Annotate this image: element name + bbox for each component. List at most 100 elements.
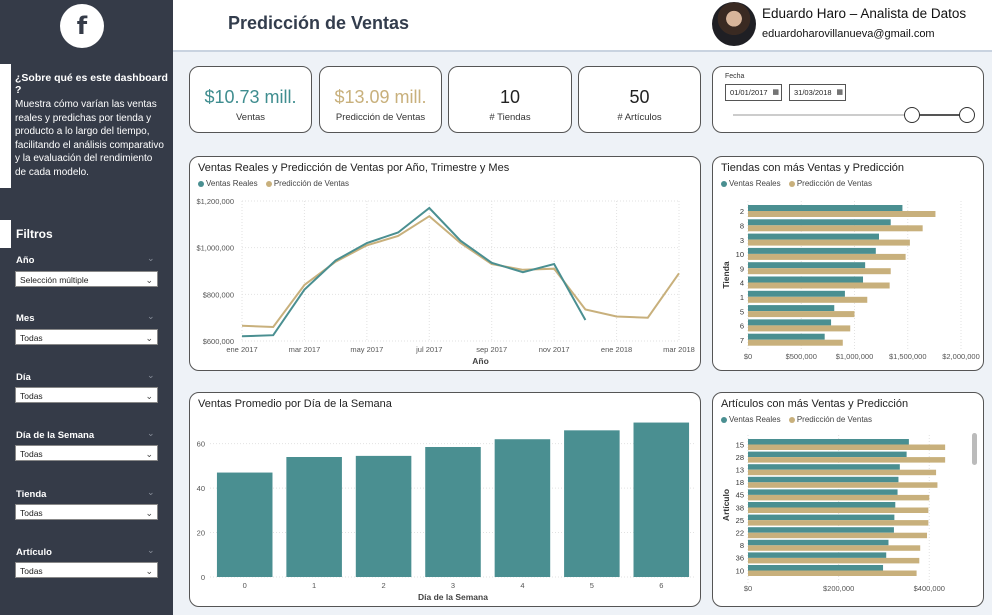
- x-tick-label: $400,000: [914, 584, 945, 593]
- filter-label-weekday: Día de la Semana: [16, 430, 95, 441]
- category-label: 3: [740, 236, 744, 245]
- category-label: 13: [736, 466, 744, 475]
- bar-real: [748, 290, 845, 297]
- y-tick-label: $1,000,000: [196, 244, 234, 253]
- category-label: 6: [740, 322, 744, 331]
- kpi-card-prediction: $13.09 mill. Predicción de Ventas: [319, 66, 442, 133]
- kpi-value-items: 50: [629, 87, 650, 107]
- bar-prediction: [748, 339, 843, 346]
- about-text: Muestra cómo varían las ventas reales y …: [15, 99, 164, 178]
- bar-real: [748, 262, 866, 269]
- stores-chart-svg: $0 $500,000 $1,000,000 $1,500,000 $2,000,000…: [721, 201, 980, 361]
- filter-value-year: Selección múltiple: [20, 275, 89, 285]
- bar-real: [748, 502, 896, 508]
- dropdown-arrow-icon: ⌄: [145, 449, 153, 459]
- items-chart-scrollbar[interactable]: [972, 433, 977, 465]
- chevron-down-icon[interactable]: ⌄: [147, 428, 155, 439]
- category-label: 38: [736, 503, 744, 512]
- filter-label-day: Día: [16, 372, 31, 383]
- filter-select-year[interactable]: Selección múltiple ⌄: [15, 271, 158, 287]
- x-tick-label: 6: [659, 581, 663, 590]
- chevron-down-icon[interactable]: ⌄: [147, 487, 155, 498]
- facebook-logo-icon[interactable]: f: [60, 4, 104, 48]
- category-label: 8: [740, 221, 744, 230]
- items-chart-svg: $0 $200,000 $400,000 Artículo 15 28 13 18 45 38 25…: [721, 435, 946, 593]
- bar: [564, 430, 620, 577]
- bar-prediction: [748, 520, 929, 526]
- filter-select-weekday[interactable]: Todas ⌄: [15, 445, 158, 461]
- filter-select-item[interactable]: Todas ⌄: [15, 562, 158, 578]
- category-label: 25: [736, 516, 744, 525]
- x-tick-label: 5: [590, 581, 594, 590]
- date-start-input[interactable]: 01/01/2017 ▦: [725, 84, 782, 101]
- page-title: Predicción de Ventas: [228, 13, 410, 33]
- filter-value-weekday: Todas: [20, 449, 43, 459]
- x-tick-label: jul 2017: [415, 345, 442, 354]
- filter-label-item: Artículo: [16, 547, 52, 558]
- kpi-card-items: 50 # Artículos: [578, 66, 701, 133]
- bar-real: [748, 464, 900, 470]
- bar-prediction: [748, 507, 929, 513]
- x-axis-label: Año: [472, 356, 489, 366]
- category-label: 28: [736, 453, 744, 462]
- bar-prediction: [748, 211, 936, 217]
- y-tick-label: 0: [201, 573, 205, 582]
- calendar-icon[interactable]: ▦: [836, 85, 843, 100]
- date-filter-card: Fecha 01/01/2017 ▦ 31/03/2018 ▦: [712, 66, 984, 133]
- bar: [355, 455, 412, 577]
- x-tick-label: $500,000: [786, 352, 817, 361]
- x-tick-label: $2,000,000: [942, 352, 980, 361]
- chevron-down-icon[interactable]: ⌄: [147, 545, 155, 556]
- x-tick-label: sep 2017: [476, 345, 507, 354]
- bar-real: [748, 319, 832, 326]
- date-slider-end-handle[interactable]: [959, 107, 975, 123]
- filters-accent-bar: [0, 220, 11, 248]
- bar-prediction: [748, 532, 928, 539]
- chevron-down-icon[interactable]: ⌄: [147, 370, 155, 381]
- bar-real: [748, 539, 889, 546]
- kpi-label-stores: # Tiendas: [489, 112, 531, 123]
- date-start-value: 01/01/2017: [730, 88, 768, 97]
- weekday-chart-svg: 0 20 40 60 0 1 2 3 4 5 6 Día de la Semana: [197, 422, 696, 602]
- chevron-down-icon[interactable]: ⌄: [147, 311, 155, 322]
- bar-real: [748, 565, 884, 571]
- kpi-label-prediction: Predicción de Ventas: [335, 112, 426, 123]
- filter-select-store[interactable]: Todas ⌄: [15, 504, 158, 520]
- bar-prediction: [748, 494, 930, 501]
- bar-prediction: [748, 457, 946, 463]
- y-axis-label: Tienda: [721, 261, 731, 289]
- line-chart-card: Ventas Reales y Predicción de Ventas por…: [189, 156, 701, 371]
- x-tick-label: $200,000: [823, 584, 854, 593]
- date-end-value: 31/03/2018: [794, 88, 832, 97]
- filters-title: Filtros: [16, 227, 53, 241]
- category-label: 15: [736, 440, 744, 449]
- filter-select-day[interactable]: Todas ⌄: [15, 387, 158, 403]
- bar-real: [748, 476, 899, 483]
- bar-prediction: [748, 444, 946, 450]
- bar-real: [748, 439, 909, 445]
- filter-select-month[interactable]: Todas ⌄: [15, 329, 158, 345]
- bar-real: [748, 333, 825, 340]
- category-label: 22: [736, 529, 744, 538]
- filter-value-item: Todas: [20, 566, 43, 576]
- stores-chart-card: Tiendas con más Ventas y Predicción Vent…: [712, 156, 984, 371]
- dropdown-arrow-icon: ⌄: [145, 333, 153, 343]
- dropdown-arrow-icon: ⌄: [145, 508, 153, 518]
- dropdown-arrow-icon: ⌄: [145, 391, 153, 401]
- bar: [494, 439, 551, 577]
- bar-prediction: [748, 311, 855, 318]
- bar-prediction: [748, 268, 891, 275]
- y-tick-label: 40: [197, 484, 205, 493]
- bar-prediction: [748, 469, 937, 476]
- x-tick-label: 3: [451, 581, 455, 590]
- chevron-down-icon[interactable]: ⌄: [147, 253, 155, 264]
- category-label: 18: [736, 478, 744, 487]
- calendar-icon[interactable]: ▦: [772, 85, 779, 100]
- x-tick-label: ene 2017: [226, 345, 257, 354]
- category-label: 4: [740, 279, 744, 288]
- bar-real: [748, 219, 891, 226]
- category-label: 2: [740, 207, 744, 216]
- date-end-input[interactable]: 31/03/2018 ▦: [789, 84, 846, 101]
- line-chart-svg: $600,000$800,000$1,000,000$1,200,000ene …: [196, 197, 694, 366]
- date-slider-start-handle[interactable]: [904, 107, 920, 123]
